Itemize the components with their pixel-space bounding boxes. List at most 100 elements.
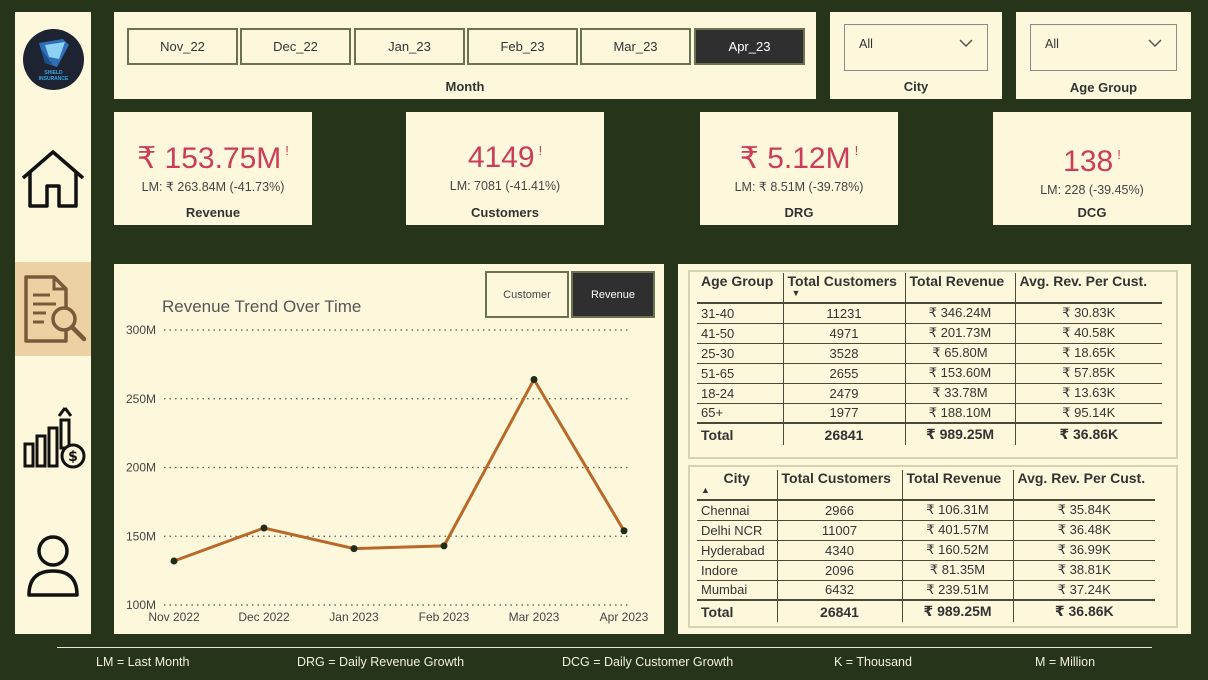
data-point[interactable] [350, 545, 358, 553]
column-header-avg-revenue[interactable]: Avg. Rev. Per Cust. [1015, 273, 1162, 304]
sort-ascending-icon: ▲ [701, 485, 710, 495]
total-cell: 26841 [777, 599, 903, 622]
nav-user[interactable] [15, 519, 91, 613]
month-slicer-title: Month [445, 79, 485, 94]
tables-panel: Age Group Total Customers ▼ Total Revenue… [678, 264, 1191, 634]
revenue-trend-chart-panel: Customer Revenue Revenue Trend Over Time… [114, 264, 664, 634]
data-point[interactable] [440, 542, 448, 550]
table-cell: 31-40 [697, 303, 784, 324]
column-header-avg-revenue[interactable]: Avg. Rev. Per Cust. [1013, 470, 1155, 501]
table-cell: Delhi NCR [697, 520, 778, 541]
data-point[interactable] [170, 557, 178, 565]
column-header-total-revenue[interactable]: Total Revenue [905, 273, 1016, 304]
table-cell: ₹ 18.65K [1015, 343, 1162, 364]
table-cell: 2479 [783, 383, 906, 404]
kpi-last-month: LM: ₹ 8.51M (-39.78%) [734, 180, 864, 194]
kpi-value: 138! [993, 145, 1191, 179]
table-cell: ₹ 30.83K [1015, 303, 1162, 324]
total-cell: ₹ 989.25M [905, 422, 1016, 445]
table-cell: Mumbai [697, 580, 778, 601]
x-tick-label: Mar 2023 [509, 610, 560, 624]
city-table-container: City ▲ Total Customers Total Revenue Avg.… [688, 465, 1178, 628]
x-tick-label: Feb 2023 [419, 610, 470, 624]
age-group-dropdown-value: All [1045, 37, 1059, 51]
age-group-dropdown[interactable]: All [1030, 24, 1177, 71]
month-option-nov-22[interactable]: Nov_22 [127, 28, 238, 65]
data-point[interactable] [620, 527, 628, 535]
city-row[interactable]: Chennai 2966 ₹ 106.31M ₹ 35.84K [697, 500, 1155, 521]
sidebar: SHIELD INSURANCE $ [15, 12, 91, 634]
table-cell: ₹ 188.10M [905, 403, 1016, 424]
data-point[interactable] [260, 524, 268, 532]
x-tick-label: Dec 2022 [238, 610, 290, 624]
table-cell: 11007 [777, 520, 903, 541]
data-point[interactable] [530, 376, 538, 383]
table-cell: Indore [697, 560, 778, 581]
table-cell: 25-30 [697, 343, 784, 364]
table-cell: ₹ 40.58K [1015, 323, 1162, 344]
age-group-row[interactable]: 18-24 2479 ₹ 33.78M ₹ 13.63K [697, 383, 1162, 404]
kpi-card-dcg: 138! LM: 228 (-39.45%) DCG [993, 112, 1191, 225]
age-group-row[interactable]: 51-65 2655 ₹ 153.60M ₹ 57.85K [697, 363, 1162, 384]
kpi-card-drg: ₹ 5.12M! LM: ₹ 8.51M (-39.78%) DRG [700, 112, 898, 225]
y-tick-label: 300M [126, 323, 156, 337]
sort-descending-icon: ▼ [791, 288, 801, 298]
nav-report[interactable] [15, 262, 91, 356]
month-option-dec-22[interactable]: Dec_22 [240, 28, 351, 65]
column-header-total-revenue[interactable]: Total Revenue [902, 470, 1014, 501]
age-group-row[interactable]: 65+ 1977 ₹ 188.10M ₹ 95.14K [697, 403, 1162, 424]
column-header-total-customers[interactable]: Total Customers ▼ [783, 273, 906, 304]
kpi-label: Customers [471, 205, 539, 220]
month-option-apr-23[interactable]: Apr_23 [694, 28, 805, 65]
table-cell: ₹ 401.57M [902, 520, 1014, 541]
y-tick-label: 200M [126, 461, 156, 475]
total-cell: Total [697, 422, 784, 445]
revenue-line-chart: Revenue Trend Over Time 300M 250M 200M 150M… [126, 297, 649, 624]
alert-icon: ! [1117, 147, 1121, 162]
city-dropdown-value: All [859, 37, 873, 51]
age-group-row[interactable]: 41-50 4971 ₹ 201.73M ₹ 40.58K [697, 323, 1162, 344]
nav-home[interactable] [15, 132, 91, 226]
table-cell: 11231 [783, 303, 906, 324]
column-header-city[interactable]: City ▲ [697, 470, 778, 501]
kpi-card-customers: 4149! LM: 7081 (-41.41%) Customers [406, 112, 604, 225]
chart-title: Revenue Trend Over Time [162, 297, 361, 316]
month-option-feb-23[interactable]: Feb_23 [467, 28, 578, 65]
table-cell: ₹ 239.51M [902, 580, 1014, 601]
age-group-row[interactable]: 31-40 11231 ₹ 346.24M ₹ 30.83K [697, 303, 1162, 324]
city-row[interactable]: Hyderabad 4340 ₹ 160.52M ₹ 36.99K [697, 540, 1155, 561]
footer-divider [57, 647, 1152, 648]
table-cell: ₹ 33.78M [905, 383, 1016, 404]
kpi-label: DCG [1077, 205, 1107, 220]
age-group-row[interactable]: 25-30 3528 ₹ 65.80M ₹ 18.65K [697, 343, 1162, 364]
city-row[interactable]: Delhi NCR 11007 ₹ 401.57M ₹ 36.48K [697, 520, 1155, 541]
kpi-value-text: ₹ 153.75M [137, 142, 282, 175]
total-cell: Total [697, 599, 778, 622]
city-row[interactable]: Mumbai 6432 ₹ 239.51M ₹ 37.24K [697, 580, 1155, 601]
user-icon [27, 535, 79, 597]
y-tick-label: 250M [126, 392, 156, 406]
column-header-total-customers[interactable]: Total Customers [777, 470, 903, 501]
x-tick-label: Apr 2023 [600, 610, 649, 624]
table-cell: 1977 [783, 403, 906, 424]
table-cell: 4340 [777, 540, 903, 561]
kpi-last-month: LM: 7081 (-41.41%) [449, 179, 561, 193]
total-cell: ₹ 36.86K [1015, 422, 1162, 445]
table-cell: 2966 [777, 500, 903, 521]
month-option-jan-23[interactable]: Jan_23 [354, 28, 465, 65]
age-group-slicer-title: Age Group [1069, 80, 1138, 95]
nav-analytics[interactable]: $ [15, 390, 91, 484]
table-cell: ₹ 95.14K [1015, 403, 1162, 424]
chevron-down-icon [1148, 39, 1162, 47]
month-option-mar-23[interactable]: Mar_23 [580, 28, 691, 65]
report-search-icon [24, 275, 87, 343]
kpi-value-text: ₹ 5.12M [739, 142, 851, 175]
city-dropdown[interactable]: All [844, 24, 988, 71]
x-tick-label: Nov 2022 [148, 610, 200, 624]
x-tick-label: Jan 2023 [329, 610, 379, 624]
table-cell: ₹ 106.31M [902, 500, 1014, 521]
city-row[interactable]: Indore 2096 ₹ 81.35M ₹ 38.81K [697, 560, 1155, 581]
city-slicer: All City [830, 12, 1002, 99]
growth-chart-icon: $ [23, 407, 86, 469]
column-header-age-group[interactable]: Age Group [697, 273, 784, 304]
